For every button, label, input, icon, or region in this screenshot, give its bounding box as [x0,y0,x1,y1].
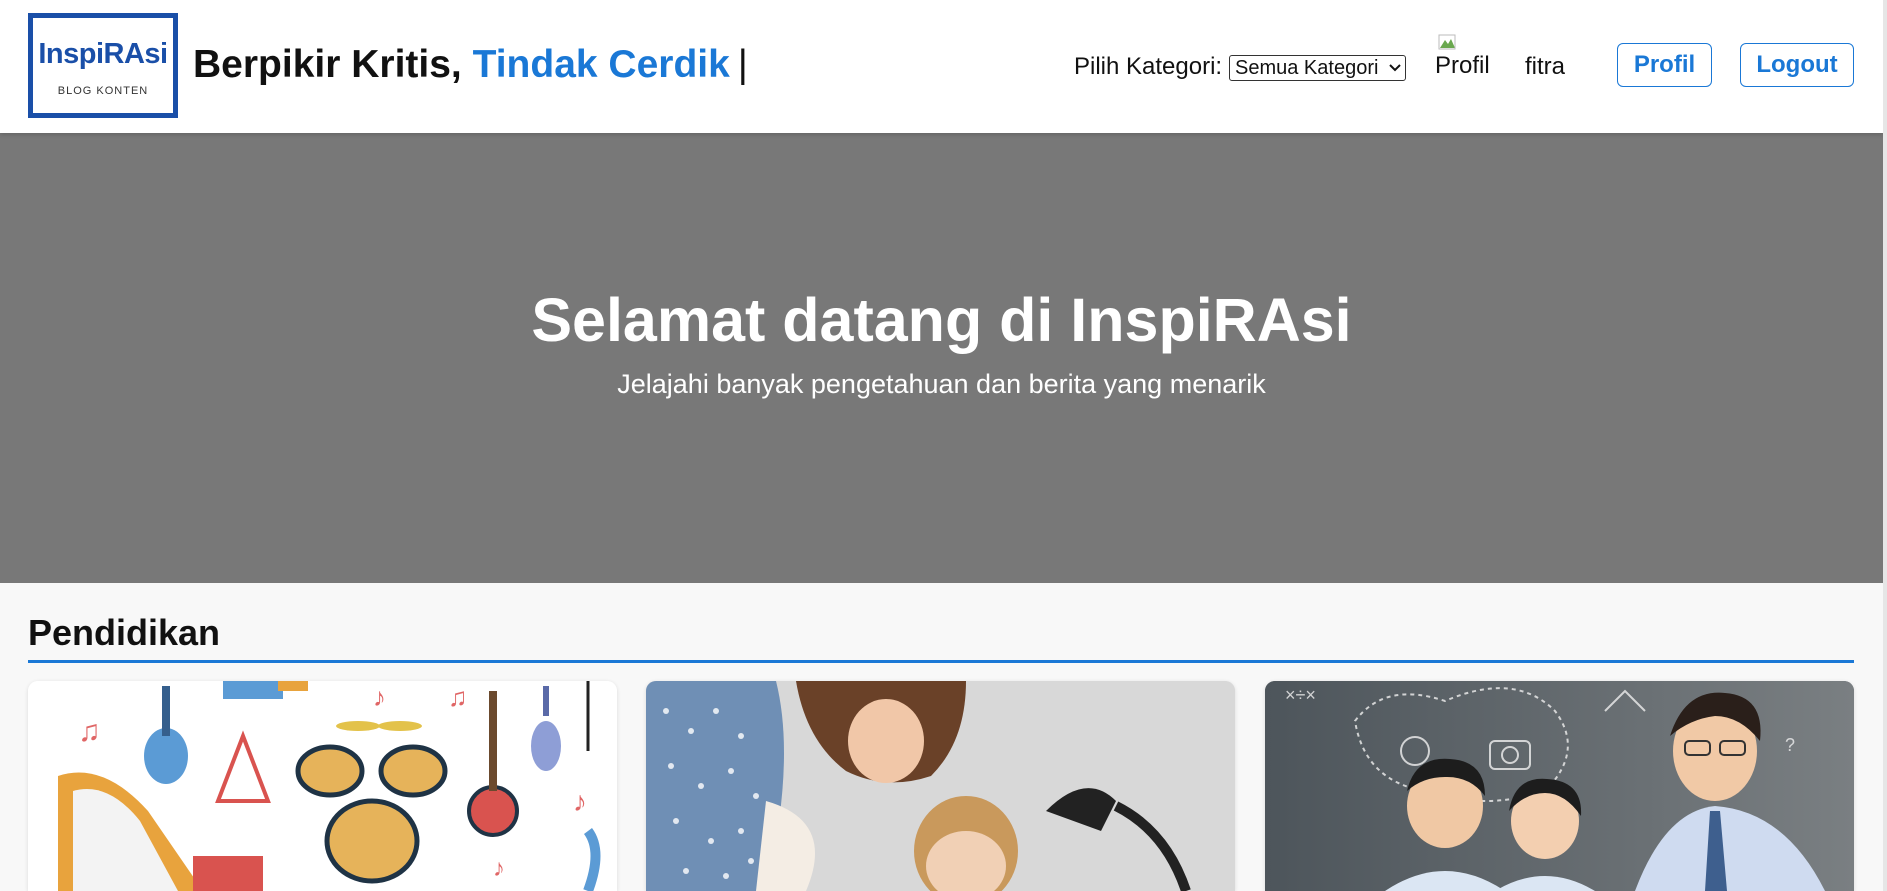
music-instruments-image: ♫ ♪ ♫ ♪ ♪ [28,681,617,891]
tagline-part1: Berpikir Kritis, [193,43,473,86]
article-card-2[interactable] [646,681,1235,891]
hero-banner: Selamat datang di InspiRAsi Jelajahi ban… [0,133,1883,583]
svg-text:?: ? [1785,735,1795,755]
logo-subtitle: BLOG KONTEN [57,85,149,97]
typing-cursor: | [737,43,748,86]
svg-text:♪: ♪ [493,855,505,882]
logo-title: InspiRAsi [38,38,168,70]
svg-text:♪: ♪ [373,682,386,712]
profile-button[interactable]: Profil [1617,43,1712,87]
logout-button[interactable]: Logout [1740,43,1854,87]
site-logo[interactable]: InspiRAsi BLOG KONTEN [28,13,178,118]
section-divider [28,660,1854,663]
category-select[interactable]: Semua Kategori [1229,55,1406,81]
svg-text:♫: ♫ [448,682,468,712]
site-header: InspiRAsi BLOG KONTEN Berpikir Kritis, T… [0,0,1883,133]
article-card-1[interactable]: ♫ ♪ ♫ ♪ ♪ [28,681,617,891]
hero-title: Selamat datang di InspiRAsi [531,286,1352,354]
username: fitra [1525,53,1566,80]
category-label: Pilih Kategori: [1074,53,1223,80]
chevron-down-icon [1389,56,1401,87]
section-title: Pendidikan [28,612,221,653]
avatar-alt-text: Profil [1435,52,1490,79]
svg-text:♪: ♪ [573,786,587,817]
svg-text:♫: ♫ [78,715,101,748]
teacher-girl-photo [646,681,1235,891]
page: InspiRAsi BLOG KONTEN Berpikir Kritis, T… [0,0,1883,891]
avatar[interactable]: Profil [1434,32,1494,82]
teacher-children-photo: ×÷× ? [1265,681,1854,891]
article-card-3[interactable]: ×÷× ? [1265,681,1854,891]
tagline: Berpikir Kritis, Tindak Cerdik | [193,43,748,87]
scrollbar[interactable] [1883,0,1887,891]
svg-text:×÷×: ×÷× [1285,685,1316,705]
category-selected-value: Semua Kategori [1235,57,1379,79]
broken-image-icon [1438,34,1456,50]
hero-subtitle: Jelajahi banyak pengetahuan dan berita y… [617,369,1266,399]
tagline-part2: Tindak Cerdik [472,43,730,86]
